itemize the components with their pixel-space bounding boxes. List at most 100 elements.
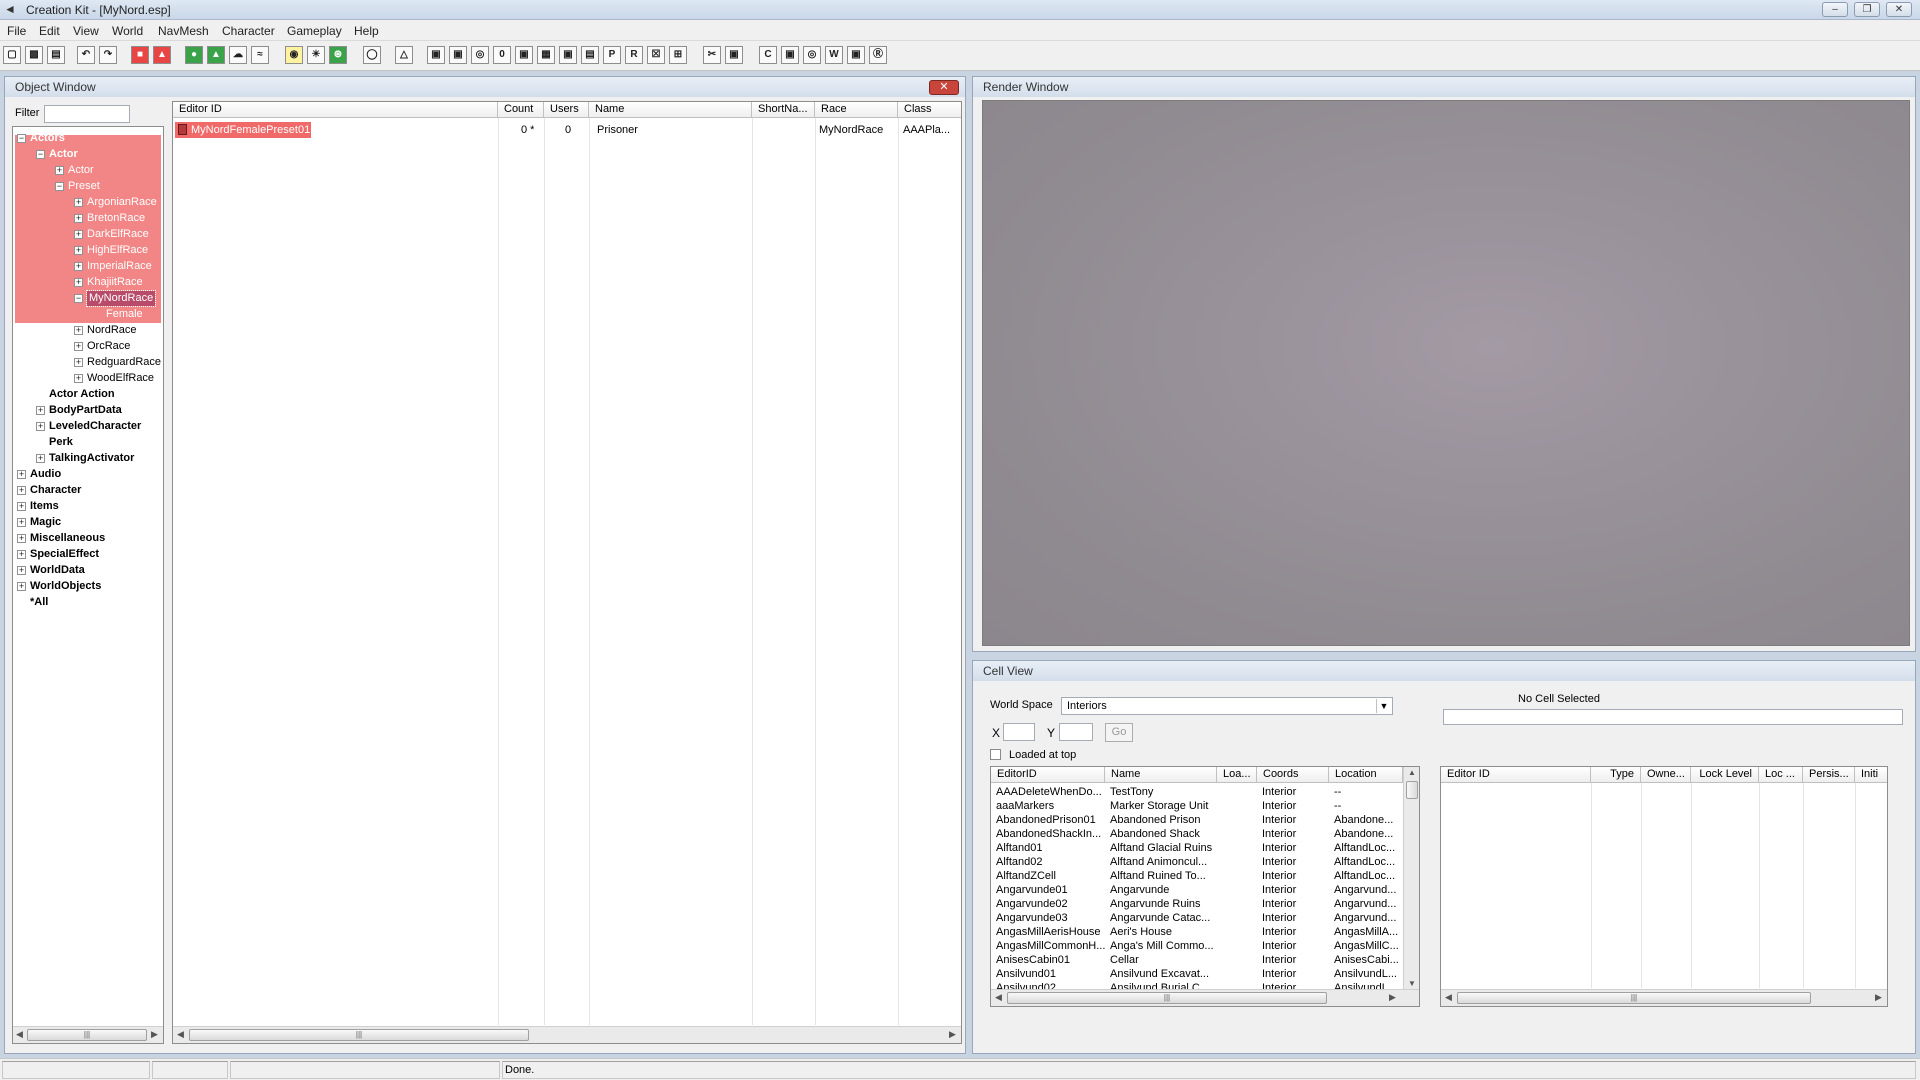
menu-view[interactable]: View	[73, 24, 99, 38]
column-users[interactable]: Users	[544, 102, 589, 118]
column-editor-id[interactable]: Editor ID	[173, 102, 498, 118]
scroll-right-arrow-icon[interactable]: ▶	[151, 1029, 158, 1040]
expand-icon[interactable]: +	[17, 486, 26, 495]
world-space-select[interactable]: Interiors ▼	[1061, 697, 1393, 715]
tree-node[interactable]: WorldObjects	[30, 579, 101, 594]
open-icon[interactable]: ▢	[3, 46, 21, 64]
table-row[interactable]: Angarvunde01 Angarvunde Interior Angarvund.…	[991, 883, 1401, 897]
landscape-icon[interactable]: ▲	[207, 46, 225, 64]
column-editorid[interactable]: EditorID	[991, 767, 1105, 783]
expand-icon[interactable]: +	[74, 214, 83, 223]
menu-navmesh[interactable]: NavMesh	[158, 24, 209, 38]
preferences-icon[interactable]: ▤	[47, 46, 65, 64]
menu-help[interactable]: Help	[354, 24, 379, 38]
water-settings-icon[interactable]: ▣	[847, 46, 865, 64]
loaded-at-top-checkbox[interactable]	[990, 749, 1001, 760]
expand-icon[interactable]: +	[74, 326, 83, 335]
expand-icon[interactable]: +	[17, 518, 26, 527]
tree-node[interactable]: Actors	[30, 131, 65, 146]
scroll-left-arrow-icon[interactable]: ◀	[177, 1029, 184, 1040]
scissors-icon[interactable]: ✂	[703, 46, 721, 64]
compass-icon[interactable]: ◎	[803, 46, 821, 64]
group-icon[interactable]: ▣	[725, 46, 743, 64]
scroll-thumb[interactable]: |||	[27, 1029, 147, 1041]
save-icon[interactable]: ▩	[25, 46, 43, 64]
scroll-thumb[interactable]: |||	[1007, 992, 1327, 1004]
expand-icon[interactable]: +	[36, 406, 45, 415]
scroll-thumb[interactable]	[1406, 781, 1418, 799]
room-icon[interactable]: R	[625, 46, 643, 64]
close-button[interactable]: ✕	[1886, 2, 1912, 17]
tree-node[interactable]: MyNordRace	[85, 290, 157, 307]
cube3-icon[interactable]: ▣	[559, 46, 577, 64]
column-ref-owner[interactable]: Owne...	[1641, 767, 1691, 783]
tree-node[interactable]: Magic	[30, 515, 61, 530]
column-ref-initially-disabled[interactable]: Initi	[1855, 767, 1887, 783]
go-button[interactable]: Go	[1105, 723, 1133, 742]
tree-node[interactable]: WoodElfRace	[87, 371, 154, 386]
markers-icon[interactable]: ▲	[153, 46, 171, 64]
menu-edit[interactable]: Edit	[39, 24, 60, 38]
table-row[interactable]: AnisesCabin01 Cellar Interior AnisesCabi...	[991, 953, 1401, 967]
references-horizontal-scrollbar[interactable]: ◀ ||| ▶	[1441, 989, 1887, 1006]
snap-icon[interactable]: ⊞	[669, 46, 687, 64]
tree-node[interactable]: Preset	[68, 179, 100, 194]
render-viewport[interactable]	[982, 100, 1910, 646]
collision-icon[interactable]: ■	[131, 46, 149, 64]
tree-node[interactable]: Audio	[30, 467, 61, 482]
tree-node[interactable]: *All	[30, 595, 48, 610]
p-icon[interactable]: P	[603, 46, 621, 64]
table-row[interactable]: AlftandZCell Alftand Ruined To... Interior…	[991, 869, 1401, 883]
expand-icon[interactable]: +	[74, 358, 83, 367]
menu-character[interactable]: Character	[222, 24, 275, 38]
collapse-icon[interactable]: −	[36, 150, 45, 159]
expand-icon[interactable]: +	[17, 550, 26, 559]
table-row[interactable]: Angarvunde02 Angarvunde Ruins Interior Anga…	[991, 897, 1401, 911]
tree-node[interactable]: Perk	[49, 435, 73, 450]
box2-icon[interactable]: ▣	[515, 46, 533, 64]
portal-icon[interactable]: ▤	[581, 46, 599, 64]
tree-horizontal-scrollbar[interactable]: ◀ ||| ▶	[13, 1026, 163, 1043]
cell-references-list[interactable]: Editor ID Type Owne... Lock Level Loc ..…	[1440, 766, 1888, 1007]
c-icon[interactable]: C	[759, 46, 777, 64]
expand-icon[interactable]: +	[17, 582, 26, 591]
column-class[interactable]: Class	[898, 102, 961, 118]
expand-icon[interactable]: +	[17, 566, 26, 575]
column-loaded[interactable]: Loa...	[1217, 767, 1257, 783]
y-coordinate-input[interactable]	[1059, 723, 1093, 741]
grass-icon[interactable]: ⊛	[329, 46, 347, 64]
redo-icon[interactable]: ↷	[99, 46, 117, 64]
collapse-icon[interactable]: −	[74, 294, 83, 303]
menu-file[interactable]: File	[7, 24, 26, 38]
tree-node[interactable]: Miscellaneous	[30, 531, 105, 546]
bulb-icon[interactable]: ◉	[285, 46, 303, 64]
tree-node[interactable]: LeveledCharacter	[49, 419, 141, 434]
cell-list-horizontal-scrollbar[interactable]: ◀ ||| ▶	[991, 989, 1419, 1006]
column-cell-name[interactable]: Name	[1105, 767, 1217, 783]
scroll-right-arrow-icon[interactable]: ▶	[1875, 992, 1882, 1003]
tree-node[interactable]: NordRace	[87, 323, 137, 338]
column-ref-persistent[interactable]: Persis...	[1803, 767, 1855, 783]
w-circle-icon[interactable]: Ⓡ	[869, 46, 887, 64]
tree-node[interactable]: Items	[30, 499, 59, 514]
cube-icon[interactable]: ▣	[427, 46, 445, 64]
tree-node[interactable]: BretonRace	[87, 211, 145, 226]
restore-button[interactable]: ❐	[1854, 2, 1880, 17]
table-row[interactable]: aaaMarkers Marker Storage Unit Interior --	[991, 799, 1401, 813]
expand-icon[interactable]: +	[74, 230, 83, 239]
cube2-icon[interactable]: ▣	[449, 46, 467, 64]
column-ref-location[interactable]: Loc ...	[1759, 767, 1803, 783]
expand-icon[interactable]: +	[36, 422, 45, 431]
sky-icon[interactable]: ☁	[229, 46, 247, 64]
door-icon[interactable]: ▦	[537, 46, 555, 64]
column-coords[interactable]: Coords	[1257, 767, 1329, 783]
tree-node[interactable]: OrcRace	[87, 339, 130, 354]
water-icon[interactable]: ≈	[251, 46, 269, 64]
tree-node[interactable]: WorldData	[30, 563, 85, 578]
scroll-left-arrow-icon[interactable]: ◀	[1445, 992, 1452, 1003]
tree-node[interactable]: TalkingActivator	[49, 451, 134, 466]
table-row[interactable]: AAADeleteWhenDo... TestTony Interior --	[991, 785, 1401, 799]
tree-node[interactable]: SpecialEffect	[30, 547, 99, 562]
tree-node[interactable]: Actor	[68, 163, 94, 178]
scroll-right-arrow-icon[interactable]: ▶	[1389, 992, 1396, 1003]
